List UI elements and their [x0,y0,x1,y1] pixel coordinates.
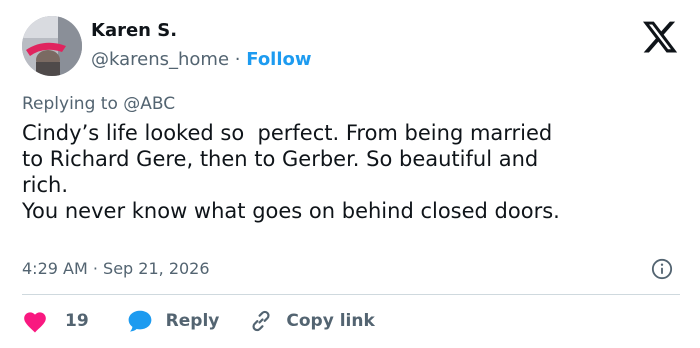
handle-separator: · [234,49,241,70]
timestamp-separator: · [92,259,98,278]
tweet-timestamp[interactable]: 4:29 AM · Sep 21, 2026 [22,259,210,278]
link-icon [252,310,270,332]
avatar-photo [22,16,82,76]
action-bar: 19 Reply Copy link [22,306,375,336]
tweet-time: 4:29 AM [22,259,88,278]
reply-context-prefix: Replying to [22,94,118,114]
copy-link-button[interactable]: Copy link [249,309,375,333]
author-handle[interactable]: @karens_home [91,49,229,70]
author-name[interactable]: Karen S. [91,20,177,41]
tweet-text-line: You never know what goes on behind close… [22,199,560,223]
tweet-text-line: rich. [22,173,68,197]
copy-link-label: Copy link [286,311,375,331]
tweet-text: Cindy’s life looked so perfect. From bei… [22,120,687,224]
reply-context: Replying to @ABC [22,94,175,114]
reply-mention-link[interactable]: @ABC [123,94,175,114]
follow-button[interactable]: Follow [246,49,311,70]
like-button[interactable]: 19 [22,309,89,333]
avatar[interactable] [22,16,82,76]
author-handle-row: @karens_home · Follow [91,49,312,70]
x-logo-icon[interactable] [641,18,679,56]
info-icon[interactable] [651,258,673,280]
reply-button[interactable]: Reply [127,309,220,333]
tweet-date: Sep 21, 2026 [103,259,210,278]
tweet-text-line: Cindy’s life looked so perfect. From bei… [22,121,553,145]
like-count: 19 [65,311,89,331]
divider [22,294,680,295]
heart-icon [24,312,46,333]
speech-bubble-icon [128,310,152,332]
tweet-text-line: to Richard Gere, then to Gerber. So beau… [22,147,539,171]
reply-label: Reply [165,311,220,331]
